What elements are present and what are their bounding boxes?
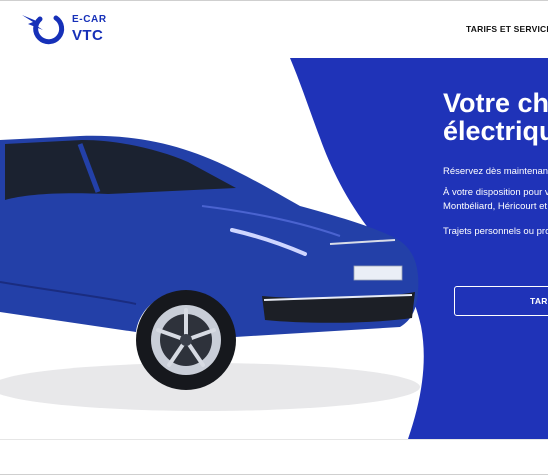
- hero-text-disposition-line2: Montbéliard, Héricourt et environs: [443, 201, 548, 212]
- frame-bottom-border: [0, 474, 548, 475]
- bolt-ring-icon: [22, 15, 65, 45]
- hero-title: Votre chauffeur électrique: [443, 89, 548, 145]
- hero-section: Votre chauffeur électrique Réservez dès …: [0, 58, 548, 439]
- logo-text: E-CAR VTC: [72, 14, 107, 44]
- hero-text-disposition-line1: À votre disposition pour vos trajets à: [443, 187, 548, 198]
- hero-title-line2: électrique: [443, 116, 548, 146]
- tarifs-button[interactable]: TARIFS: [454, 286, 548, 316]
- logo-line1: E-CAR: [72, 14, 107, 25]
- car-image: [0, 135, 420, 411]
- hero-title-line1: Votre chauffeur: [443, 88, 548, 118]
- logo-link[interactable]: E-CAR VTC: [20, 10, 107, 48]
- hero-text-reserve: Réservez dès maintenant: [443, 166, 548, 177]
- nav-link-tarifs[interactable]: TARIFS ET SERVICES: [466, 24, 548, 34]
- hero-bottom-divider: [0, 439, 548, 440]
- hero-text-trajets: Trajets personnels ou professionnels: [443, 226, 548, 237]
- hero-text-disposition: À votre disposition pour vos trajets à M…: [443, 186, 548, 214]
- logo-line2: VTC: [72, 27, 104, 44]
- site-header: E-CAR VTC TARIFS ET SERVICES: [0, 0, 548, 58]
